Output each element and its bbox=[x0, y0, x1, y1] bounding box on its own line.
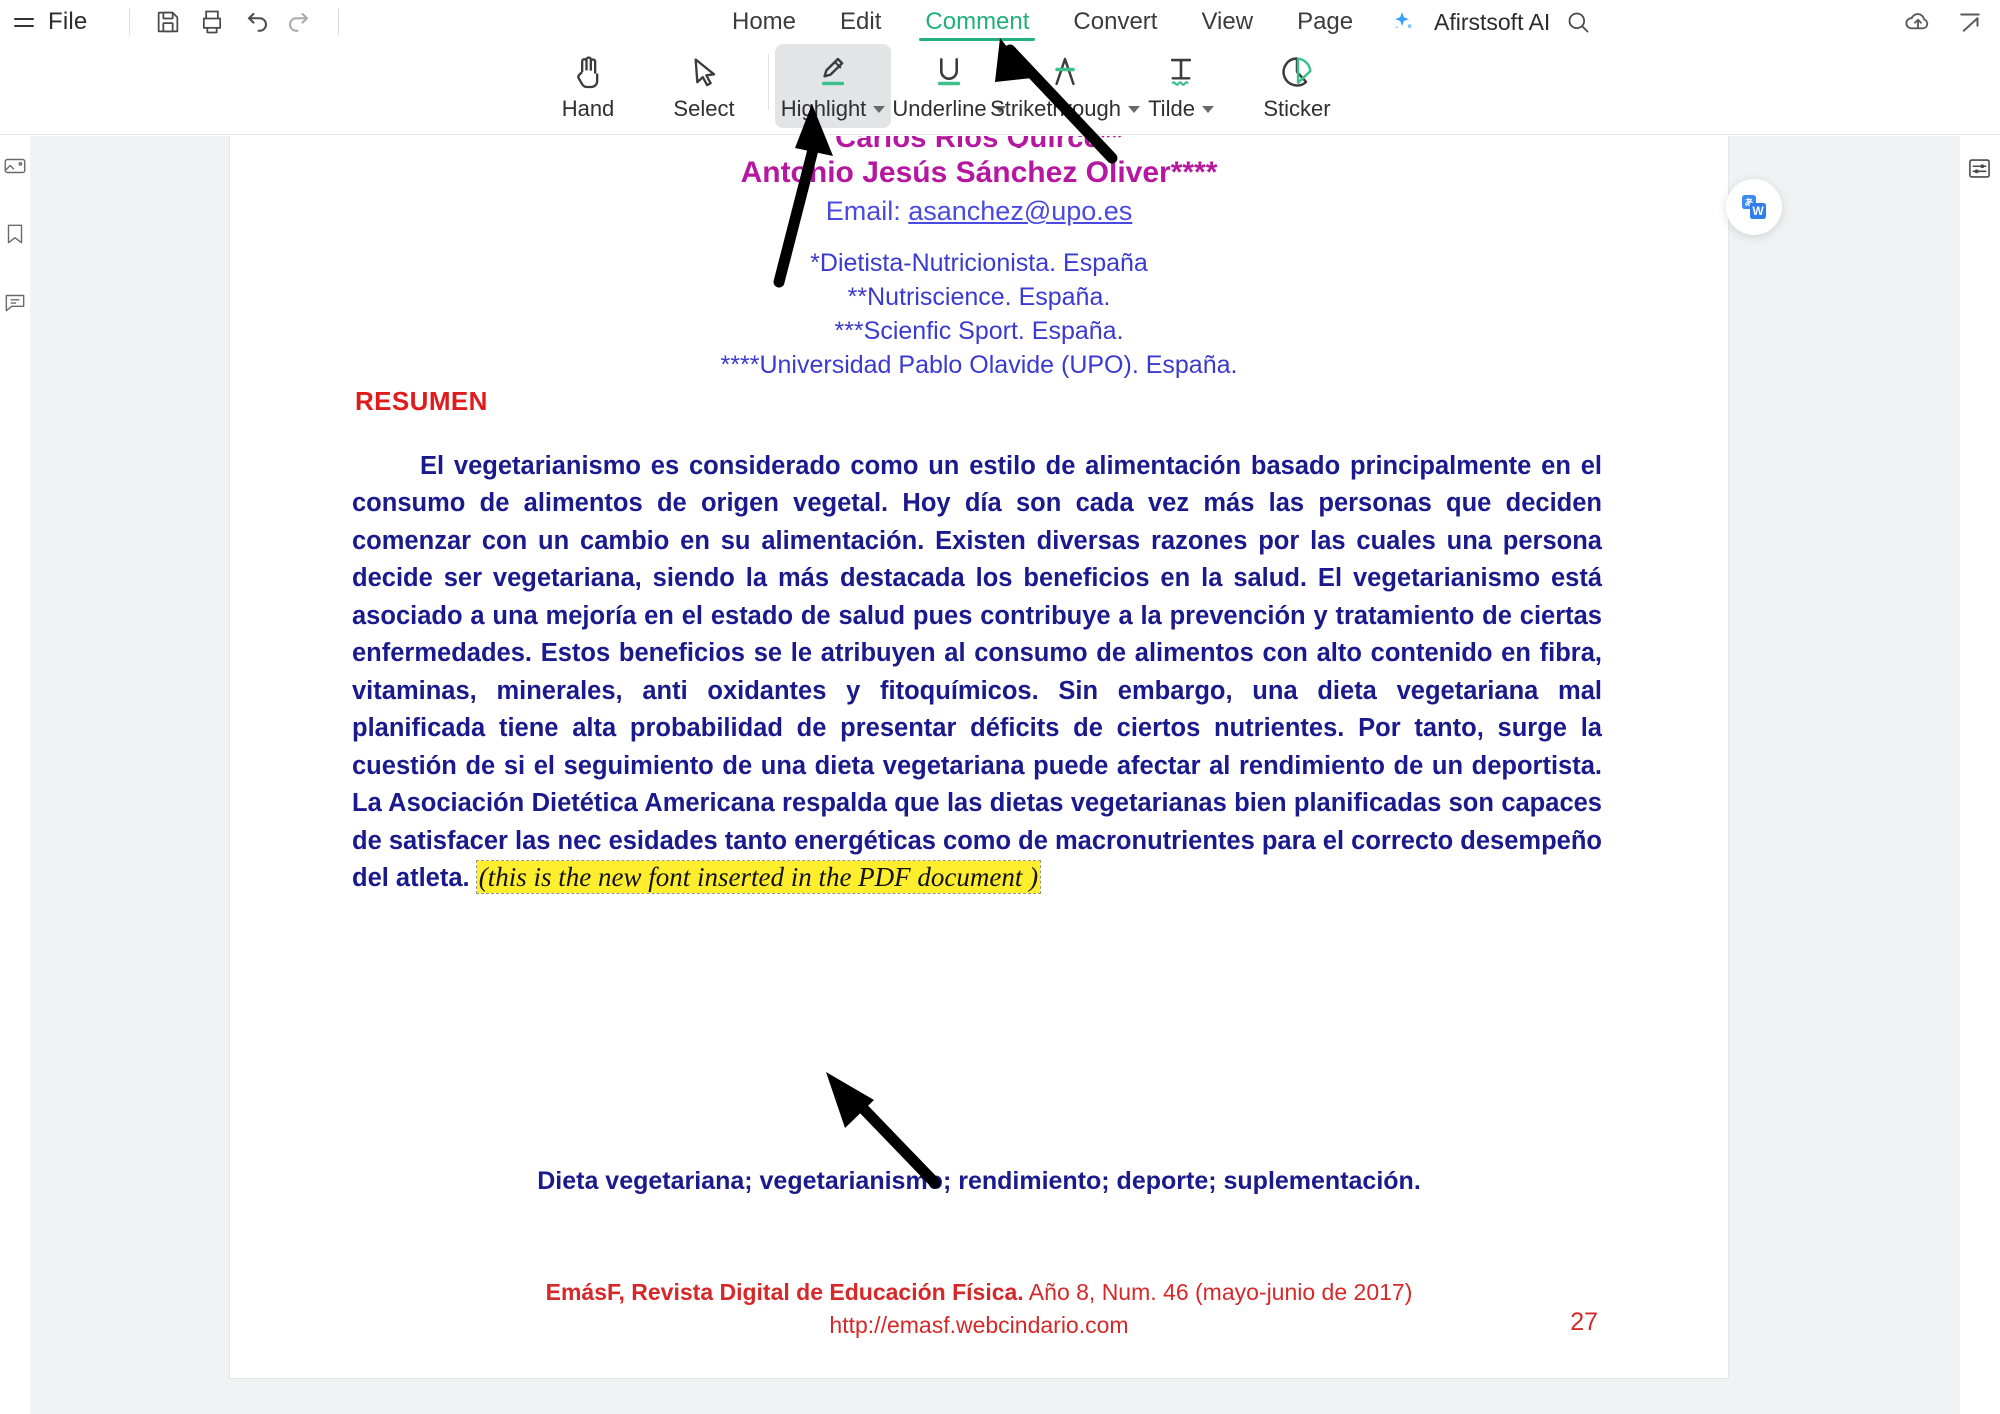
affiliation-line: ***Scienfic Sport. España. bbox=[834, 317, 1124, 345]
author-name-1: Carlos Rios Quirce** bbox=[230, 136, 1728, 148]
footer-issue-info: Año 8, Num. 46 (mayo-junio de 2017) bbox=[1023, 1279, 1413, 1305]
undo-icon[interactable] bbox=[234, 2, 278, 42]
svg-text:W: W bbox=[1752, 204, 1764, 218]
tool-label: Highlight bbox=[780, 96, 867, 121]
divider bbox=[338, 9, 340, 35]
abstract-paragraph[interactable]: El vegetarianismo es considerado como un… bbox=[352, 448, 1602, 898]
inserted-highlight-annotation[interactable]: (this is the new font inserted in the PD… bbox=[475, 860, 1042, 895]
hand-icon bbox=[568, 50, 608, 94]
page-number: 27 bbox=[1570, 1308, 1598, 1336]
cloud-upload-icon[interactable] bbox=[1896, 2, 1940, 42]
redo-icon[interactable] bbox=[278, 2, 322, 42]
thumbnails-icon[interactable] bbox=[1, 152, 29, 180]
chevron-down-icon[interactable] bbox=[1201, 105, 1214, 113]
email-link[interactable]: asanchez@upo.es bbox=[908, 196, 1132, 226]
comment-tool-ribbon: Hand Select Highlight Underline Striketh… bbox=[0, 44, 2000, 135]
tool-sticker[interactable]: Sticker bbox=[1239, 44, 1355, 128]
footer-journal-name: EmásF, Revista Digital de Educación Físi… bbox=[545, 1279, 1024, 1305]
page-footer: EmásF, Revista Digital de Educación Físi… bbox=[230, 1276, 1728, 1341]
affiliation-line: **Nutriscience. España. bbox=[847, 283, 1111, 311]
save-icon[interactable] bbox=[146, 2, 190, 42]
tab-page[interactable]: Page bbox=[1275, 0, 1375, 44]
sticker-icon bbox=[1276, 50, 1318, 94]
affiliation-line: *Dietista-Nutricionista. España bbox=[810, 249, 1148, 277]
tab-view[interactable]: View bbox=[1179, 0, 1275, 44]
affiliation-line: ****Universidad Pablo Olavide (UPO). Esp… bbox=[720, 351, 1238, 379]
hamburger-menu-icon[interactable] bbox=[14, 9, 40, 35]
tool-label: Tilde bbox=[1148, 96, 1195, 121]
word-translate-icon[interactable]: あ W bbox=[1726, 179, 1782, 235]
tilde-icon bbox=[1160, 50, 1202, 94]
author-name-2: Antonio Jesús Sánchez Oliver**** bbox=[740, 156, 1218, 189]
tool-select[interactable]: Select bbox=[646, 44, 762, 128]
keywords-line: Dieta vegetariana; vegetarianismo; rendi… bbox=[537, 1167, 1421, 1195]
tab-convert[interactable]: Convert bbox=[1051, 0, 1179, 44]
search-icon[interactable] bbox=[1556, 2, 1600, 42]
divider bbox=[768, 54, 769, 110]
tool-label: Sticker bbox=[1263, 96, 1331, 121]
strikethrough-icon bbox=[1044, 50, 1086, 94]
affiliations-block: *Dietista-Nutricionista. España **Nutris… bbox=[230, 246, 1728, 382]
afirstsoft-ai-button[interactable]: Afirstsoft AI bbox=[1434, 9, 1550, 36]
abstract-body-text: El vegetarianismo es considerado como un… bbox=[352, 452, 1602, 893]
tab-home[interactable]: Home bbox=[710, 0, 818, 44]
underline-icon bbox=[928, 50, 970, 94]
document-viewport[interactable]: Carlos Rios Quirce** Antonio Jesús Sánch… bbox=[30, 136, 1960, 1414]
resumen-heading: RESUMEN bbox=[355, 386, 488, 416]
tool-hand[interactable]: Hand bbox=[530, 44, 646, 128]
tool-highlight[interactable]: Highlight bbox=[775, 44, 891, 128]
top-menu-bar: File Home Edit Comment Convert View Page… bbox=[0, 0, 2000, 44]
tool-label: Select bbox=[673, 96, 735, 121]
footer-url: http://emasf.webcindario.com bbox=[829, 1311, 1129, 1338]
author-email-line: Email: asanchez@upo.es bbox=[230, 196, 1728, 227]
tool-label: Strikethrough bbox=[990, 96, 1121, 121]
print-icon[interactable] bbox=[190, 2, 234, 42]
ribbon-tab-bar: Home Edit Comment Convert View Page bbox=[710, 0, 1375, 44]
highlighter-icon bbox=[812, 50, 854, 94]
tool-strikethrough[interactable]: Strikethrough bbox=[990, 44, 1140, 128]
window-actions bbox=[1896, 0, 1992, 44]
ai-group: Afirstsoft AI bbox=[1380, 0, 1600, 44]
tool-label: Hand bbox=[561, 96, 615, 121]
pdf-page[interactable]: Carlos Rios Quirce** Antonio Jesús Sánch… bbox=[230, 136, 1728, 1378]
sparkle-icon bbox=[1380, 2, 1424, 42]
bookmark-icon[interactable] bbox=[1, 220, 29, 248]
comments-panel-icon[interactable] bbox=[1, 288, 29, 316]
share-icon[interactable] bbox=[1948, 2, 1992, 42]
tab-comment[interactable]: Comment bbox=[903, 0, 1051, 44]
pdf-reader-window: File Home Edit Comment Convert View Page… bbox=[0, 0, 2000, 1414]
tab-edit[interactable]: Edit bbox=[818, 0, 903, 44]
menu-left-group: File bbox=[0, 0, 355, 44]
cursor-arrow-icon bbox=[684, 50, 724, 94]
properties-sliders-icon[interactable] bbox=[1965, 154, 1993, 182]
right-side-rail bbox=[1958, 136, 2000, 1414]
divider bbox=[129, 9, 131, 35]
pdf-page-content: Carlos Rios Quirce** Antonio Jesús Sánch… bbox=[230, 136, 1728, 1378]
tool-tilde[interactable]: Tilde bbox=[1123, 44, 1239, 128]
tool-label: Underline bbox=[892, 96, 987, 121]
chevron-down-icon[interactable] bbox=[873, 105, 886, 113]
email-prefix: Email: bbox=[825, 196, 909, 226]
file-menu-button[interactable]: File bbox=[48, 8, 87, 36]
left-side-rail bbox=[0, 136, 30, 1414]
